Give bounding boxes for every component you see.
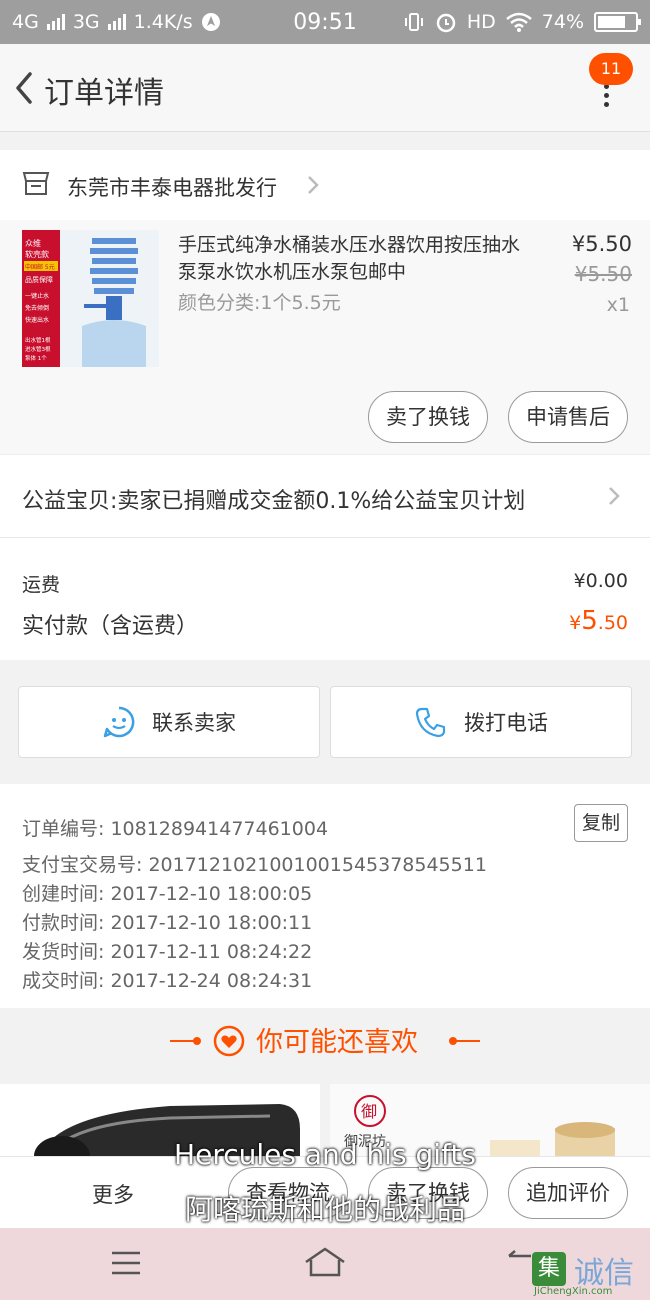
- shipping-value: ¥0.00: [573, 570, 628, 592]
- shipped-time: 发货时间: 2017-12-11 08:24:22: [22, 941, 313, 963]
- product-image-text-6: 快速出水: [25, 316, 49, 324]
- product-quantity: x1: [606, 294, 630, 316]
- paid-int: 5: [581, 606, 598, 636]
- cosmetics-image: 御 御泥坊: [330, 1084, 650, 1164]
- charity-row[interactable]: 公益宝贝:卖家已捐赠成交金额0.1%给公益宝贝计划: [0, 454, 650, 538]
- product-image-text-3: 品质保障: [25, 275, 53, 284]
- product-price: ¥5.50: [571, 232, 632, 256]
- paid-label: 实付款（含运费）: [22, 614, 199, 639]
- product-item[interactable]: 众维 软壳款 中国邮 5元 品质保障 一键止水 免去倾倒 快速出水 出水管1根 …: [0, 220, 650, 454]
- message-badge: 11: [589, 53, 633, 85]
- menu-icon[interactable]: [110, 1250, 142, 1276]
- shipping-label: 运费: [22, 574, 61, 596]
- add-review-button[interactable]: 追加评价: [508, 1167, 628, 1219]
- call-button[interactable]: 拨打电话: [330, 686, 632, 758]
- heart-icon: [213, 1025, 245, 1057]
- chevron-right-icon: [609, 487, 620, 505]
- back-icon[interactable]: [10, 68, 38, 108]
- copy-button[interactable]: 复制: [574, 804, 628, 842]
- contact-seller-label: 联系卖家: [152, 711, 236, 735]
- charity-text: 公益宝贝:卖家已捐赠成交金额0.1%给公益宝贝计划: [22, 489, 526, 514]
- back-nav-icon[interactable]: [505, 1250, 535, 1276]
- recommend-card-1[interactable]: [0, 1084, 320, 1164]
- battery-percent: 74%: [541, 11, 584, 33]
- vibrate-icon: [404, 13, 423, 31]
- more-button[interactable]: 更多: [92, 1179, 134, 1209]
- product-image-text-8: 进水管3根: [25, 345, 51, 353]
- battery-icon: [594, 12, 641, 32]
- navigation-icon: [201, 13, 220, 31]
- product-title[interactable]: 手压式纯净水桶装水压水器饮用按压抽水泵泵水饮水机压水泵包邮中: [178, 232, 538, 286]
- completed-time: 成交时间: 2017-12-24 08:24:31: [22, 970, 313, 992]
- paid-symbol: ¥: [569, 612, 582, 634]
- product-image-text-9: 泵体 1个: [25, 354, 47, 362]
- shop-row[interactable]: 东莞市丰泰电器批发行: [0, 150, 650, 220]
- network-type-2: 3G: [72, 11, 100, 33]
- alipay-number: 支付宝交易号: 2017121021001001545378545511: [22, 854, 487, 876]
- watermark-logo: 集: [532, 1252, 566, 1286]
- fee-summary: 运费 ¥0.00 实付款（含运费） ¥5.50: [0, 538, 650, 660]
- signal-icon-2: [107, 14, 126, 30]
- hair-dryer-image: [34, 1104, 300, 1164]
- sell-bottom-button[interactable]: 卖了换钱: [368, 1167, 488, 1219]
- product-sku: 颜色分类:1个5.5元: [178, 292, 341, 314]
- contact-bar: 联系卖家 拨打电话: [0, 678, 650, 768]
- home-icon[interactable]: [303, 1246, 347, 1278]
- page-title: 订单详情: [44, 76, 164, 111]
- logistics-button[interactable]: 查看物流: [228, 1167, 348, 1219]
- product-image-text-4: 一键止水: [25, 292, 49, 300]
- alarm-icon: [436, 13, 456, 33]
- status-bar: 4G 3G 1.4K/s 09:51 HD 74%: [0, 0, 650, 44]
- divider-right: [452, 1040, 480, 1042]
- recommend-title: 你可能还喜欢: [256, 1027, 418, 1058]
- brand-logo-char: 御: [361, 1102, 377, 1121]
- bottom-action-bar: 更多 查看物流 卖了换钱 追加评价: [0, 1156, 650, 1228]
- product-image-text-2: 中国邮 5元: [25, 263, 55, 271]
- brand-name: 御泥坊: [344, 1134, 386, 1150]
- chevron-right-icon: [308, 176, 319, 194]
- wifi-icon: [505, 12, 532, 32]
- product-image-text-7: 出水管1根: [25, 336, 51, 344]
- hd-indicator: HD: [466, 11, 496, 33]
- network-speed: 1.4K/s: [133, 11, 193, 33]
- title-bar: 订单详情: [0, 44, 650, 132]
- product-image-text-0: 众维: [25, 238, 41, 248]
- order-number[interactable]: 订单编号: 108128941477461004: [22, 814, 328, 841]
- contact-seller-button[interactable]: 联系卖家: [18, 686, 320, 758]
- more-menu-icon[interactable]: [596, 80, 616, 116]
- watermark-site: JiChengXin.com: [534, 1286, 613, 1297]
- phone-icon: [415, 707, 446, 738]
- product-image[interactable]: 众维 软壳款 中国邮 5元 品质保障 一键止水 免去倾倒 快速出水 出水管1根 …: [22, 230, 159, 367]
- recommend-header: 你可能还喜欢: [0, 1008, 650, 1072]
- chat-icon: [103, 706, 135, 738]
- after-sale-button[interactable]: 申请售后: [508, 391, 628, 443]
- shop-icon: [22, 172, 50, 195]
- paid-value: ¥5.50: [569, 606, 628, 636]
- sell-button[interactable]: 卖了换钱: [368, 391, 488, 443]
- network-type-1: 4G: [12, 11, 39, 33]
- product-image-drawing: 众维 软壳款 中国邮 5元 品质保障 一键止水 免去倾倒 快速出水 出水管1根 …: [22, 230, 159, 367]
- created-time: 创建时间: 2017-12-10 18:00:05: [22, 883, 313, 905]
- product-image-text-5: 免去倾倒: [25, 304, 49, 312]
- order-info: 订单编号: 108128941477461004 复制 支付宝交易号: 2017…: [0, 784, 650, 1008]
- divider-dot-left: [193, 1037, 201, 1045]
- recommend-card-2[interactable]: 御 御泥坊: [330, 1084, 650, 1164]
- paid-dec: .50: [597, 612, 628, 634]
- product-image-text-1: 软壳款: [25, 249, 49, 259]
- shop-name: 东莞市丰泰电器批发行: [67, 176, 277, 200]
- paid-time: 付款时间: 2017-12-10 18:00:11: [22, 912, 313, 934]
- product-original-price: ¥5.50: [574, 262, 632, 286]
- call-label: 拨打电话: [464, 711, 548, 735]
- signal-icon: [46, 14, 65, 30]
